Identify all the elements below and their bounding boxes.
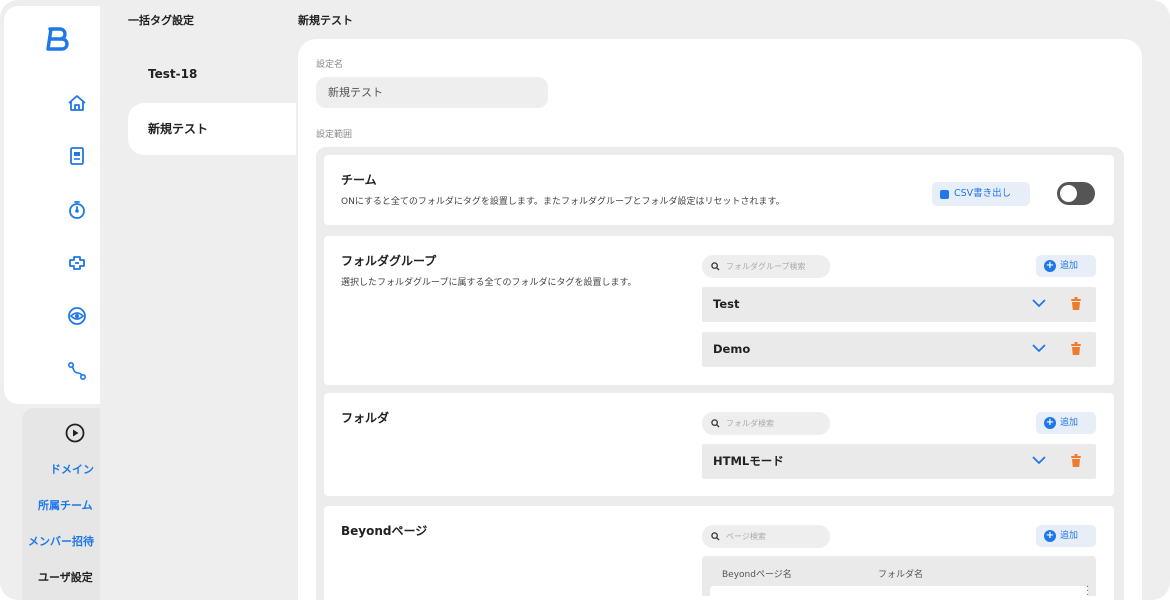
side-nav	[4, 6, 100, 404]
page-title: 新規テスト	[298, 14, 353, 27]
chevron-down-icon[interactable]	[1032, 298, 1046, 308]
folder-group-card: フォルダグループ 選択したフォルダグループに属する全てのフォルダにタグを設置しま…	[324, 236, 1114, 385]
nav-link-domain[interactable]: ドメイン	[50, 461, 94, 477]
route-icon[interactable]	[66, 360, 88, 382]
folder-group-add-button[interactable]: + 追加	[1036, 255, 1096, 277]
trash-icon[interactable]	[1071, 342, 1081, 355]
home-icon[interactable]	[66, 92, 88, 114]
folder-group-search-input[interactable]: フォルダグループ検索	[702, 255, 830, 278]
beyond-page-search-placeholder: ページ検索	[726, 532, 766, 541]
csv-export-label: CSV書き出し	[954, 188, 1012, 199]
folder-group-row-label: Test	[713, 297, 740, 311]
folder-group-row[interactable]: Demo	[702, 332, 1096, 367]
folder-group-row[interactable]: Test	[702, 287, 1096, 322]
team-card: チーム ONにすると全てのフォルダにタグを設置します。またフォルダグループとフォ…	[324, 155, 1114, 225]
scope-label: 設定範囲	[316, 130, 353, 140]
chevron-down-icon[interactable]	[1032, 455, 1046, 465]
nav-link-invite[interactable]: メンバー招待	[28, 533, 94, 549]
plus-icon: +	[1044, 530, 1056, 542]
tag-list-heading: 一括タグ設定	[128, 14, 194, 27]
column-header: Beyondページ名	[722, 570, 792, 580]
team-description: ONにすると全てのフォルダにタグを設置します。またフォルダグループとフォルダ設定…	[341, 197, 785, 207]
folder-row-label: HTMLモード	[713, 454, 784, 468]
beyond-page-title: Beyondページ	[341, 524, 428, 538]
integration-icon[interactable]	[66, 252, 88, 274]
toggle-knob	[1060, 185, 1077, 202]
beyond-page-add-label: 追加	[1060, 531, 1079, 541]
team-toggle[interactable]	[1057, 182, 1095, 205]
folder-group-row-label: Demo	[713, 342, 751, 356]
play-circle-icon[interactable]	[64, 422, 86, 444]
search-icon	[711, 419, 720, 428]
tag-list-item-active[interactable]: 新規テスト	[128, 103, 296, 155]
folder-card: フォルダ フォルダ検索 + 追加 HTMLモード	[324, 393, 1114, 496]
app-window: ドメイン 所属チーム メンバー招待 ユーザ設定 一括タグ設定 Test-18 新…	[0, 0, 1170, 600]
folder-row[interactable]: HTMLモード	[702, 444, 1096, 479]
folder-group-search-placeholder: フォルダグループ検索	[726, 262, 806, 271]
name-input[interactable]: 新規テスト	[316, 77, 548, 108]
nav-link-user-settings[interactable]: ユーザ設定	[38, 569, 93, 585]
folder-group-description: 選択したフォルダグループに属する全てのフォルダにタグを設置します。	[341, 278, 637, 288]
trash-icon[interactable]	[1071, 297, 1081, 310]
app-logo-icon[interactable]	[42, 26, 70, 52]
name-label: 設定名	[316, 60, 344, 70]
folder-search-placeholder: フォルダ検索	[726, 419, 774, 428]
folder-search-input[interactable]: フォルダ検索	[702, 412, 830, 435]
view-icon[interactable]	[66, 305, 88, 327]
folder-add-label: 追加	[1060, 418, 1079, 428]
csv-export-button[interactable]: CSV書き出し	[932, 182, 1030, 206]
trash-icon[interactable]	[1071, 454, 1081, 467]
more-options-icon[interactable]: · · ·	[1086, 583, 1089, 600]
search-icon	[711, 262, 720, 271]
tag-list-item[interactable]: Test-18	[128, 48, 296, 100]
beyond-page-card: Beyondページ ページ検索 + 追加 Beyondページ名 フォルダ名 · ·…	[324, 506, 1114, 600]
chevron-down-icon[interactable]	[1032, 343, 1046, 353]
scope-section: チーム ONにすると全てのフォルダにタグを設置します。またフォルダグループとフォ…	[316, 147, 1124, 600]
plus-icon: +	[1044, 260, 1056, 272]
beyond-page-table: Beyondページ名 フォルダ名 · · ·	[702, 556, 1096, 600]
page-icon[interactable]	[66, 145, 88, 167]
download-icon	[940, 190, 949, 199]
folder-group-title: フォルダグループ	[341, 254, 437, 268]
table-row	[710, 586, 1088, 596]
folder-group-add-label: 追加	[1060, 261, 1079, 271]
folder-add-button[interactable]: + 追加	[1036, 412, 1096, 434]
nav-link-team[interactable]: 所属チーム	[38, 497, 93, 513]
beyond-page-search-input[interactable]: ページ検索	[702, 525, 830, 548]
plus-icon: +	[1044, 417, 1056, 429]
team-title: チーム	[341, 173, 377, 187]
beyond-page-add-button[interactable]: + 追加	[1036, 525, 1096, 547]
timer-icon[interactable]	[66, 199, 88, 221]
folder-title: フォルダ	[341, 411, 390, 425]
settings-panel: 設定名 新規テスト 設定範囲 チーム ONにすると全てのフォルダにタグを設置しま…	[298, 39, 1142, 600]
search-icon	[711, 532, 720, 541]
column-header: フォルダ名	[878, 570, 924, 580]
